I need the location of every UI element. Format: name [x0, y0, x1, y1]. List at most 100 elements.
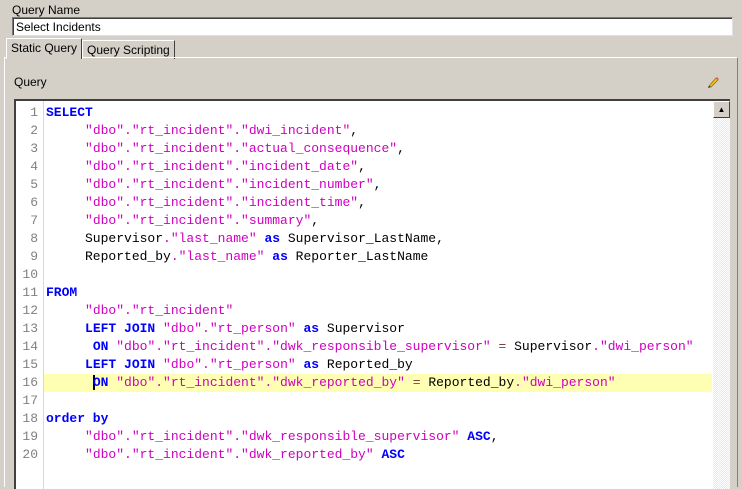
line-text: SELECT: [44, 105, 93, 120]
keyword-token: ASC: [381, 447, 405, 462]
string-token: "dbo"."rt_person": [163, 357, 296, 372]
code-line: 2 "dbo"."rt_incident"."dwi_incident",: [30, 122, 712, 140]
string-token: ."last_name": [163, 231, 257, 246]
query-editor[interactable]: 1 SELECT 2 "dbo"."rt_incident"."dwi_incide…: [14, 99, 730, 489]
line-text: "dbo"."rt_incident": [44, 303, 233, 318]
text-token: ,: [358, 195, 366, 210]
text-token: ,: [397, 141, 405, 156]
code-line: 5 "dbo"."rt_incident"."incident_number",: [30, 176, 712, 194]
line-text: "dbo"."rt_incident"."actual_consequence"…: [44, 141, 405, 156]
line-text: "dbo"."rt_incident"."incident_time",: [44, 195, 366, 210]
text-token: Reported_by: [319, 357, 413, 372]
text-token: Reported_by: [420, 375, 515, 390]
code-area[interactable]: 1 SELECT 2 "dbo"."rt_incident"."dwi_incide…: [22, 104, 712, 464]
vertical-scrollbar[interactable]: ▲: [713, 101, 730, 489]
line-number: 4: [30, 159, 38, 174]
keyword-token: as: [303, 357, 320, 372]
query-label: Query: [14, 75, 47, 89]
code-line: 19 "dbo"."rt_incident"."dwk_responsible_…: [22, 428, 712, 446]
string-token: "dbo"."rt_person": [163, 321, 296, 336]
keyword-token: as: [303, 321, 320, 336]
code-line: 10: [22, 266, 712, 284]
text-token: Reporter_LastName: [287, 249, 429, 264]
line-text: Reported_by."last_name" as Reporter_Last…: [44, 249, 428, 264]
line-text: order by: [44, 411, 108, 426]
code-line: 4 "dbo"."rt_incident"."incident_date",: [30, 158, 712, 176]
text-token: Supervisor: [319, 321, 405, 336]
string-token: "dbo"."rt_incident"."incident_time": [85, 195, 359, 210]
keyword-token: as: [272, 249, 288, 264]
text-token: ,: [373, 177, 382, 192]
line-number: 7: [30, 213, 38, 228]
keyword-token: ON: [92, 339, 109, 354]
line-number: 3: [30, 141, 38, 156]
code-line: 14 ON "dbo"."rt_incident"."dwk_responsib…: [22, 338, 712, 356]
text-token: ,: [358, 159, 366, 174]
line-number: 19: [22, 429, 38, 444]
pencil-icon[interactable]: [706, 75, 720, 89]
code-line: 6 "dbo"."rt_incident"."incident_time",: [30, 194, 712, 212]
line-text: ON "dbo"."rt_incident"."dwk_responsible_…: [44, 339, 694, 354]
string-token: "dbo"."rt_incident"."summary": [85, 213, 312, 228]
query-name-input[interactable]: [12, 17, 733, 36]
line-text: "dbo"."rt_incident"."dwi_incident",: [44, 123, 358, 138]
line-text: [44, 393, 46, 408]
line-number: 10: [22, 267, 38, 282]
line-text: ON "dbo"."rt_incident"."dwk_reported_by"…: [44, 375, 616, 391]
line-text: "dbo"."rt_incident"."dwk_reported_by" AS…: [44, 447, 405, 462]
line-number: 5: [30, 177, 38, 192]
code-line: 9 Reported_by."last_name" as Reporter_La…: [30, 248, 712, 266]
line-number: 9: [30, 249, 38, 264]
line-number: 2: [30, 123, 38, 138]
line-text: Supervisor."last_name" as Supervisor_Las…: [44, 231, 444, 246]
code-line: 17: [22, 392, 712, 410]
line-number: 17: [22, 393, 38, 408]
tab-bar: Static Query Query Scripting: [6, 38, 175, 59]
line-number: 20: [22, 447, 38, 462]
code-line: 11 FROM: [22, 284, 712, 302]
string-token: "dbo"."rt_incident"."dwk_reported_by": [116, 375, 405, 390]
string-token: "dbo"."rt_incident"."incident_date": [85, 159, 359, 174]
string-token: "dbo"."rt_incident"."dwk_responsible_sup…: [116, 339, 491, 354]
text-token: Supervisor: [506, 339, 593, 354]
tab-static-query[interactable]: Static Query: [6, 38, 83, 59]
line-number: 18: [22, 411, 38, 426]
code-line: 20 "dbo"."rt_incident"."dwk_reported_by"…: [22, 446, 712, 464]
line-text: [44, 267, 46, 282]
code-line: 8 Supervisor."last_name" as Supervisor_L…: [30, 230, 712, 248]
keyword-token: as: [264, 231, 281, 246]
keyword-token: FROM: [46, 285, 78, 300]
code-line: 13 LEFT JOIN "dbo"."rt_person" as Superv…: [22, 320, 712, 338]
text-token: ,: [490, 429, 499, 444]
query-name-label: Query Name: [12, 3, 81, 17]
line-number: 12: [22, 303, 38, 318]
text-token: Reported_by: [46, 249, 171, 264]
scroll-up-button[interactable]: ▲: [713, 101, 730, 118]
string-token: ."dwi_person": [514, 375, 616, 390]
text-token: Supervisor_LastName,: [280, 231, 444, 246]
text-token: Supervisor: [46, 231, 164, 246]
line-number: 16: [22, 375, 38, 390]
line-number: 13: [22, 321, 38, 336]
string-token: "dbo"."rt_incident": [85, 303, 234, 318]
string-token: "dbo"."rt_incident"."incident_number": [85, 177, 374, 192]
line-text: "dbo"."rt_incident"."summary",: [44, 213, 319, 228]
line-number: 6: [30, 195, 38, 210]
keyword-token: LEFT JOIN: [85, 321, 156, 336]
code-line: 12 "dbo"."rt_incident": [22, 302, 712, 320]
code-line: 1 SELECT: [30, 104, 712, 122]
keyword-token: SELECT: [46, 105, 93, 120]
code-line: 18 order by: [22, 410, 712, 428]
line-text: "dbo"."rt_incident"."dwk_responsible_sup…: [44, 429, 499, 444]
code-line: 7 "dbo"."rt_incident"."summary",: [30, 212, 712, 230]
string-token: "dbo"."rt_incident"."dwk_reported_by": [85, 447, 374, 462]
